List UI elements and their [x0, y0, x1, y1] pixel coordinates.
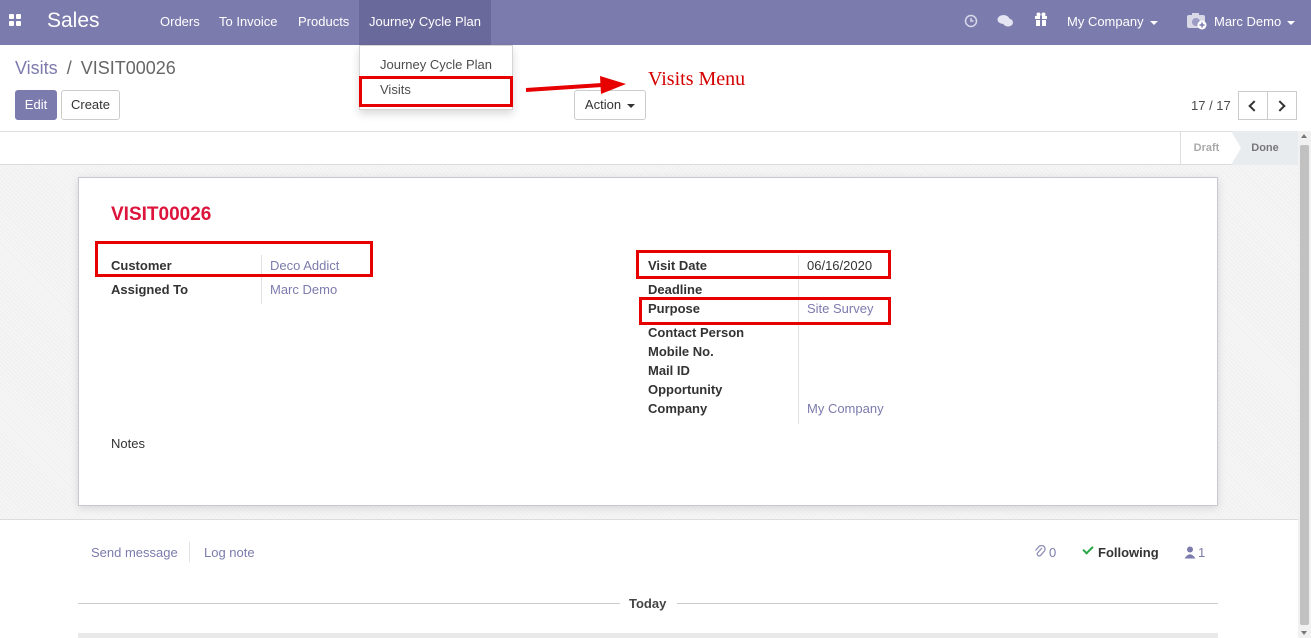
scroll-down-arrow-icon[interactable]	[1301, 631, 1307, 635]
follower-user-icon[interactable]	[1184, 546, 1196, 559]
form-sheet: VISIT00026 Customer Deco Addict Assigned…	[78, 177, 1218, 506]
menu-journey-cycle-plan[interactable]: Journey Cycle Plan	[359, 0, 491, 45]
app-brand: Sales	[47, 9, 100, 32]
notes-tab[interactable]: Notes	[111, 436, 145, 451]
attachment-count[interactable]: 0	[1049, 545, 1056, 560]
vertical-scrollbar[interactable]	[1298, 131, 1311, 638]
status-draft[interactable]: Draft	[1180, 131, 1232, 165]
status-bar	[0, 131, 1298, 165]
chat-icon[interactable]	[997, 14, 1014, 28]
assigned-to-label: Assigned To	[111, 282, 189, 297]
user-avatar-icon[interactable]	[1186, 11, 1208, 31]
assigned-to-value[interactable]: Marc Demo	[270, 282, 337, 297]
pager-previous-button[interactable]	[1238, 91, 1268, 120]
message-thread-top	[78, 633, 1218, 638]
scroll-up-arrow-icon[interactable]	[1301, 134, 1307, 138]
check-icon	[1082, 543, 1094, 555]
breadcrumb-current: VISIT00026	[80, 58, 176, 78]
chevron-right-icon	[1274, 100, 1286, 112]
deadline-label: Deadline	[648, 282, 703, 297]
pager-value[interactable]: 17 / 17	[1191, 98, 1231, 113]
opportunity-label: Opportunity	[648, 382, 723, 397]
action-label: Action	[584, 97, 622, 112]
create-button[interactable]: Create	[61, 90, 120, 120]
record-title: VISIT00026	[111, 204, 212, 225]
apps-grid-icon[interactable]	[9, 14, 22, 27]
send-message-button[interactable]: Send message	[91, 545, 178, 560]
company-switcher[interactable]: My Company	[1067, 14, 1158, 29]
pager-next-button[interactable]	[1267, 91, 1297, 120]
annotation-box-purpose	[639, 297, 891, 325]
edit-button[interactable]: Edit	[15, 90, 57, 120]
user-name: Marc Demo	[1214, 14, 1282, 29]
menu-products[interactable]: Products	[298, 14, 349, 29]
today-separator-label: Today	[629, 596, 667, 611]
chevron-left-icon	[1248, 100, 1260, 112]
annotation-box-customer	[95, 241, 373, 277]
user-menu[interactable]: Marc Demo	[1214, 14, 1296, 29]
company-value[interactable]: My Company	[807, 401, 884, 416]
scroll-thumb[interactable]	[1300, 145, 1309, 625]
following-button[interactable]: Following	[1098, 545, 1159, 560]
caret-down-icon	[1287, 20, 1296, 25]
status-done[interactable]: Done	[1232, 131, 1298, 165]
annotation-label: Visits Menu	[648, 68, 746, 90]
clock-icon[interactable]	[964, 14, 978, 28]
gift-icon[interactable]	[1034, 12, 1048, 26]
annotation-box-visits-menu	[359, 76, 513, 107]
status-arrow-divider	[1231, 131, 1241, 165]
menu-orders[interactable]: Orders	[160, 14, 200, 29]
paperclip-icon[interactable]	[1034, 545, 1046, 559]
menu-to-invoice[interactable]: To Invoice	[219, 14, 278, 29]
mobile-no-label: Mobile No.	[648, 344, 714, 359]
caret-down-icon	[1149, 20, 1158, 25]
dropdown-item-journey-cycle-plan[interactable]: Journey Cycle Plan	[380, 57, 492, 72]
annotation-arrow-icon	[525, 76, 626, 94]
breadcrumb: Visits / VISIT00026	[15, 58, 176, 79]
follower-count[interactable]: 1	[1198, 545, 1205, 560]
chatter-divider	[189, 542, 190, 562]
caret-down-icon	[627, 103, 636, 108]
breadcrumb-visits-link[interactable]: Visits	[15, 58, 58, 78]
mail-id-label: Mail ID	[648, 363, 690, 378]
log-note-button[interactable]: Log note	[204, 545, 255, 560]
today-divider-left	[78, 603, 620, 604]
contact-person-label: Contact Person	[648, 325, 745, 340]
breadcrumb-separator: /	[66, 58, 72, 78]
company-label: Company	[648, 401, 708, 416]
today-divider-right	[677, 603, 1218, 604]
field-divider	[798, 255, 799, 424]
company-name: My Company	[1067, 14, 1144, 29]
top-navbar: Sales Orders To Invoice Products Journey…	[0, 0, 1311, 45]
annotation-box-visit-date	[636, 250, 891, 279]
